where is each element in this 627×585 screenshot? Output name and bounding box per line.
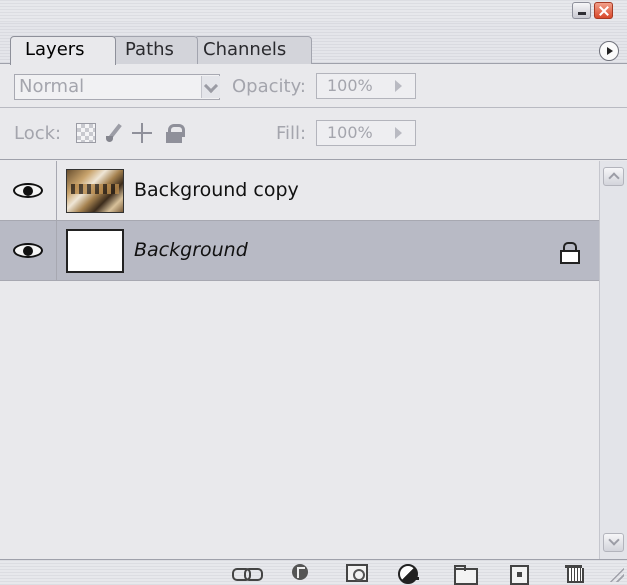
layer-name: Background — [134, 239, 248, 261]
tab-paths[interactable]: Paths — [112, 36, 198, 64]
close-icon[interactable] — [594, 2, 613, 19]
scroll-up-icon[interactable] — [603, 167, 624, 186]
opacity-value: 100% — [327, 76, 373, 95]
panel-bottom-toolbar — [0, 559, 627, 585]
eye-icon[interactable] — [13, 243, 43, 258]
resize-grip-icon[interactable] — [608, 566, 624, 582]
visibility-cell[interactable] — [0, 161, 57, 220]
adjustment-layer-icon[interactable] — [398, 564, 420, 584]
tab-layers[interactable]: Layers — [10, 36, 116, 65]
panel-title-bar — [0, 0, 627, 22]
chevron-down-icon[interactable] — [201, 76, 220, 98]
layer-mask-icon[interactable] — [346, 564, 368, 582]
lock-transparent-pixels-icon[interactable] — [76, 123, 96, 143]
fill-label: Fill: — [276, 123, 307, 144]
fill-value: 100% — [327, 123, 373, 142]
layer-list: Background copy Background — [0, 161, 599, 559]
lock-image-pixels-icon[interactable] — [104, 123, 124, 143]
layer-style-icon[interactable] — [292, 564, 314, 582]
lock-options-row: Lock: Fill: 100% — [0, 109, 627, 160]
tab-channels[interactable]: Channels — [194, 36, 312, 64]
panel-menu-icon[interactable] — [599, 41, 619, 61]
lock-all-icon[interactable] — [164, 123, 185, 143]
group-folder-icon[interactable] — [454, 564, 478, 585]
layer-thumbnail — [66, 169, 124, 213]
blend-mode-select[interactable]: Normal — [14, 74, 220, 100]
panel-tab-bar: Channels Paths Layers — [0, 22, 627, 65]
lock-label: Lock: — [14, 123, 62, 144]
opacity-arrow-icon[interactable] — [385, 74, 415, 98]
opacity-input[interactable]: 100% — [316, 73, 416, 99]
layer-row-background-copy[interactable]: Background copy — [0, 161, 599, 221]
layer-row-background[interactable]: Background — [0, 221, 599, 281]
eye-icon[interactable] — [13, 183, 43, 198]
fill-input[interactable]: 100% — [316, 120, 416, 146]
visibility-cell[interactable] — [0, 221, 57, 280]
opacity-label: Opacity: — [232, 76, 306, 97]
lock-position-icon[interactable] — [132, 123, 152, 143]
layers-panel: Channels Paths Layers Normal Opacity: 10… — [0, 0, 627, 585]
minimize-icon[interactable] — [572, 2, 591, 19]
layer-thumbnail — [66, 229, 124, 273]
new-layer-icon[interactable] — [508, 564, 530, 585]
fill-arrow-icon[interactable] — [385, 121, 415, 145]
vertical-scrollbar[interactable] — [599, 161, 627, 559]
trash-icon[interactable] — [564, 564, 586, 583]
scroll-down-icon[interactable] — [603, 533, 624, 552]
blend-mode-value: Normal — [19, 76, 85, 97]
lock-icon — [560, 242, 580, 264]
blend-options-row: Normal Opacity: 100% — [0, 64, 627, 108]
link-icon[interactable] — [232, 564, 263, 582]
layer-name: Background copy — [134, 179, 299, 201]
